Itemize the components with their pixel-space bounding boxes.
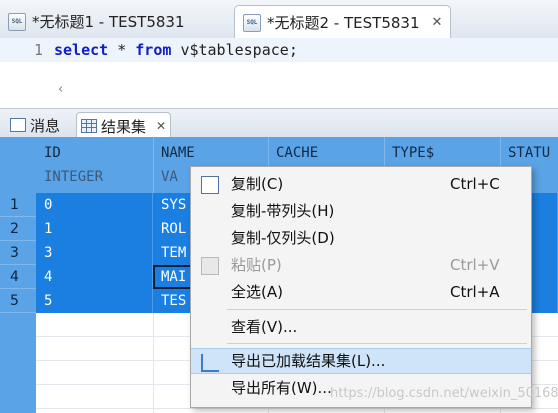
export-icon	[201, 354, 219, 372]
menu-item-label: 导出所有(W)...	[231, 379, 332, 397]
menu-item-label: 查看(V)...	[231, 318, 298, 336]
row-number[interactable]: 5	[0, 289, 36, 313]
menu-item-copy[interactable]: 复制(C) Ctrl+C	[191, 171, 531, 197]
watermark: https://blog.csdn.net/weixin_50168895	[330, 386, 558, 401]
result-tab-bar: 消息 结果集 ✕	[0, 108, 558, 139]
column-header-id[interactable]: ID INTEGER	[36, 137, 154, 193]
menu-item-select-all[interactable]: 全选(A) Ctrl+A	[191, 279, 531, 305]
row-number[interactable]: 4	[0, 265, 36, 289]
paste-icon	[201, 257, 219, 275]
sql-file-icon: SQL	[243, 13, 261, 32]
star-operator: *	[117, 41, 127, 59]
menu-item-copy-header-only[interactable]: 复制-仅列头(D)	[191, 225, 531, 251]
menu-item-shortcut: Ctrl+C	[450, 175, 500, 193]
editor-tab-untitled2[interactable]: SQL *无标题2 - TEST5831 ✕	[234, 5, 452, 39]
tab-result-set[interactable]: 结果集 ✕	[76, 112, 172, 139]
menu-item-label: 复制-带列头(H)	[231, 202, 335, 220]
menu-item-label: 全选(A)	[231, 283, 283, 301]
sql-editor[interactable]: 1 select * from v$tablespace; ‹	[0, 38, 558, 108]
menu-separator	[227, 343, 527, 344]
editor-tab-bar: SQL *无标题1 - TEST5831 SQL *无标题2 - TEST583…	[0, 0, 558, 39]
menu-item-label: 复制-仅列头(D)	[231, 229, 335, 247]
message-icon	[10, 118, 26, 132]
close-icon[interactable]: ✕	[156, 119, 166, 133]
row-number[interactable]: 1	[0, 193, 36, 217]
sql-file-icon: SQL	[8, 12, 26, 31]
menu-item-export-loaded[interactable]: 导出已加载结果集(L)...	[191, 348, 531, 374]
context-menu: 复制(C) Ctrl+C 复制-带列头(H) 复制-仅列头(D) 粘贴(P) C…	[190, 166, 532, 408]
keyword-select: select	[54, 41, 109, 59]
menu-item-view[interactable]: 查看(V)...	[191, 314, 531, 340]
menu-item-label: 粘贴(P)	[231, 256, 282, 274]
cell-id[interactable]: 5	[36, 289, 153, 313]
editor-tab-label: *无标题1 - TEST5831	[32, 13, 185, 31]
grid-icon	[81, 119, 97, 133]
tab-label: 消息	[30, 116, 61, 135]
tab-label: 结果集	[101, 117, 147, 136]
column-name: NAME	[161, 145, 195, 161]
column-name: ID	[44, 145, 61, 161]
menu-item-shortcut: Ctrl+A	[450, 283, 500, 301]
editor-tab-untitled1[interactable]: SQL *无标题1 - TEST5831	[0, 6, 185, 37]
editor-tab-label: *无标题2 - TEST5831	[267, 14, 420, 32]
cell-id[interactable]: 0	[36, 193, 153, 217]
close-icon[interactable]: ✕	[432, 15, 443, 30]
cell-id[interactable]: 3	[36, 241, 153, 265]
row-number[interactable]: 2	[0, 217, 36, 241]
tab-messages[interactable]: 消息	[10, 113, 60, 137]
column-name: TYPE$	[392, 145, 435, 161]
semicolon: ;	[288, 41, 298, 59]
menu-item-paste[interactable]: 粘贴(P) Ctrl+V	[191, 252, 531, 278]
row-number[interactable]: 3	[0, 241, 36, 265]
table-identifier: v$tablespace	[180, 41, 289, 59]
chevron-left-icon[interactable]: ‹	[58, 82, 63, 97]
column-type: INTEGER	[44, 169, 104, 185]
column-name: STATU	[508, 145, 551, 161]
copy-icon	[201, 176, 219, 194]
cell-id[interactable]: 1	[36, 217, 153, 241]
menu-item-label: 导出已加载结果集(L)...	[231, 352, 386, 370]
sql-code[interactable]: select * from v$tablespace;	[54, 38, 298, 62]
menu-item-copy-with-header[interactable]: 复制-带列头(H)	[191, 198, 531, 224]
line-number: 1	[34, 41, 44, 59]
column-type: VA	[161, 169, 178, 185]
menu-separator	[227, 309, 527, 310]
cell-id[interactable]: 4	[36, 265, 153, 289]
menu-item-shortcut: Ctrl+V	[450, 256, 500, 274]
menu-item-label: 复制(C)	[231, 175, 284, 193]
editor-line: 1 select * from v$tablespace;	[0, 38, 558, 62]
grid-line	[153, 313, 154, 413]
column-name: CACHE	[276, 145, 319, 161]
keyword-from: from	[135, 41, 172, 59]
